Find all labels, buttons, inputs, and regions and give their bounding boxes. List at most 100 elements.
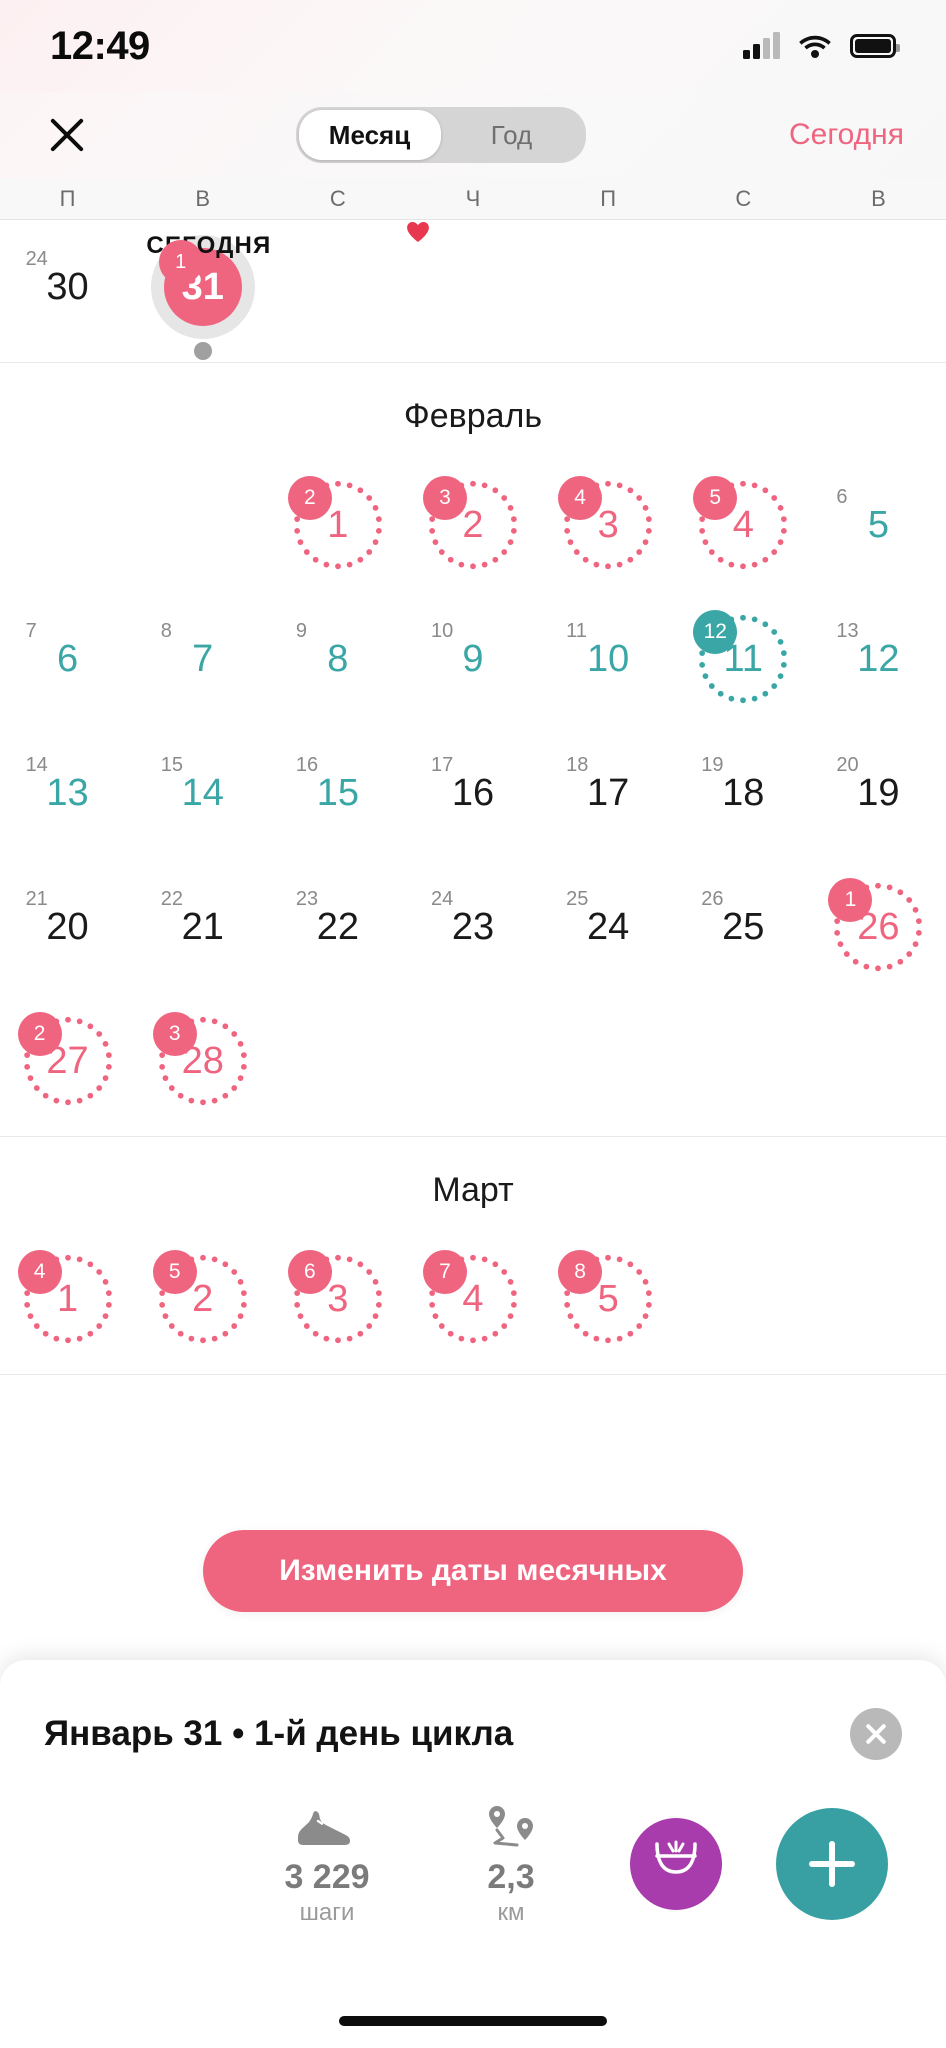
calendar-day-cell[interactable]: 85 [541,1232,676,1366]
cycle-day-index: 18 [566,754,589,776]
calendar-day-cell[interactable]: 76 [0,592,135,726]
calendar-day-cell[interactable]: 32 [405,458,540,592]
day-number: 8 [327,638,349,680]
day-number: 1 [327,504,349,546]
calendar-day-cell[interactable]: 21 [270,458,405,592]
calendar-day-cell[interactable]: 20 19 [811,726,946,860]
cycle-day-badge: 6 [287,1250,332,1294]
calendar-day-cell[interactable]: 43 [541,458,676,592]
cycle-day-badge: 7 [422,1250,467,1294]
day-number: 12 [857,638,900,680]
calendar-day-cell[interactable]: 21 20 [0,860,135,994]
close-icon[interactable] [850,1708,902,1760]
calendar-day-cell[interactable]: 63 [270,1232,405,1366]
calendar-day-cell[interactable]: 14 13 [0,726,135,860]
cycle-day-index: 19 [701,754,724,776]
calendar-day-cell[interactable]: 17 16 [405,726,540,860]
month-block: Март 4 1 5 2 6 3 7 4 8 5 [0,1137,946,1375]
day-number: 4 [462,1278,484,1320]
home-indicator [339,2016,607,2026]
calendar-week-row: 2430СЕГОДНЯ1131 [0,220,946,360]
cycle-day-index: 14 [25,754,48,776]
month-title: Март [432,1171,514,1209]
month-block: Февраль 2 1 3 2 4 3 5 4 6 5 7 6 8 7 9 8 10 9 11 10 12 11 13 12 14… [0,363,946,1137]
cycle-day-index: 24 [430,888,454,910]
period-underwear-icon [655,1840,697,1874]
cycle-day-badge: 2 [17,1012,62,1056]
calendar-week-row: 14 13 15 14 16 15 17 16 18 17 19 18 20 19 [0,726,946,860]
calendar-day-cell[interactable]: 98 [270,592,405,726]
cellular-signal-icon [743,32,780,59]
distance-stat[interactable]: 2,3 км [446,1800,576,1927]
wifi-icon [799,35,831,58]
add-entry-button[interactable] [776,1807,888,1920]
cycle-day-index: 8 [160,620,172,642]
day-number: 5 [867,504,889,546]
cycle-day-index: 7 [25,620,37,642]
calendar-day-cell[interactable]: 13 12 [811,592,946,726]
cycle-day-index: 13 [836,620,859,642]
sneaker-icon [262,1800,392,1854]
calendar-day-cell[interactable]: 52 [135,1232,270,1366]
calendar-week-row: 2132435465 [0,458,946,592]
day-number: 2 [462,504,484,546]
calendar-day-cell[interactable]: 3 28 [135,994,270,1128]
calendar-day-cell[interactable]: 41 [0,1232,135,1366]
weekday-label: С [735,186,752,211]
day-number: 20 [46,906,89,948]
calendar-day-cell[interactable]: 12 11 [676,592,811,726]
calendar-week-row: 7 6 8 7 9 8 10 9 11 10 12 11 13 12 [0,592,946,726]
calendar-day-cell[interactable]: СЕГОДНЯ1131 [135,220,270,360]
cycle-day-badge: 3 [152,1012,197,1056]
calendar-day-cell[interactable]: 11 10 [541,592,676,726]
day-number: 22 [316,906,359,948]
log-period-button[interactable] [630,1817,722,1910]
day-number: 7 [192,638,214,680]
calendar-day-cell[interactable]: 2 27 [0,994,135,1128]
today-button[interactable]: Сегодня [789,118,904,152]
day-number: 25 [722,906,765,948]
cycle-day-index: 21 [25,888,48,910]
cycle-day-badge: 5 [152,1250,197,1294]
cycle-day-index: 23 [295,888,319,910]
calendar-day-cell[interactable]: 54 [676,458,811,592]
steps-value: 3 229 [284,1858,370,1896]
steps-stat[interactable]: 3 229 шаги [262,1800,392,1927]
calendar-day-cell[interactable]: 26 25 [676,860,811,994]
calendar-day-cell[interactable]: 1 26 [811,860,946,994]
weekday-label: В [871,186,886,211]
view-mode-segmented-control[interactable]: Месяц Год [295,107,586,163]
calendar-day-cell[interactable]: 18 17 [541,726,676,860]
cycle-day-index: 10 [430,620,454,642]
calendar-day-cell[interactable]: 15 14 [135,726,270,860]
cycle-day-badge: 8 [558,1250,603,1294]
cycle-day-badge: 5 [693,476,738,520]
calendar-day-cell[interactable]: 24 30 [0,220,135,354]
day-detail-sheet: Январь 31 • 1-й день цикла 3 229 шаги 2,… [0,1660,946,2048]
calendar-day-cell[interactable]: 25 24 [541,860,676,994]
calendar-day-cell[interactable]: 10 9 [405,592,540,726]
cycle-day-index: 17 [430,754,454,776]
plus-icon [809,1840,855,1887]
tab-month[interactable]: Месяц [298,110,441,160]
cycle-day-badge: 4 [17,1250,62,1294]
calendar-day-cell[interactable]: 24 23 [405,860,540,994]
weekday-label: П [59,186,76,211]
day-number: 2 [192,1278,214,1320]
calendar-day-cell[interactable]: 65 [811,458,946,592]
month-block: 2430СЕГОДНЯ1131 [0,220,946,363]
cycle-day-index: 9 [295,620,307,642]
close-icon[interactable] [42,110,92,160]
edit-period-dates-button[interactable]: Изменить даты месячных [203,1530,743,1612]
calendar-day-cell[interactable]: 87 [135,592,270,726]
calendar-day-cell[interactable]: 23 22 [270,860,405,994]
day-number: 18 [722,772,765,814]
calendar-day-cell[interactable]: 19 18 [676,726,811,860]
calendar-day-cell[interactable]: 74 [405,1232,540,1366]
tab-year[interactable]: Год [441,110,583,160]
heart-marker-icon [407,222,429,242]
calendar-day-cell[interactable]: 22 21 [135,860,270,994]
calendar-day-cell[interactable]: 16 15 [270,726,405,860]
cycle-day-index: 16 [295,754,319,776]
day-number: 30 [46,266,89,308]
